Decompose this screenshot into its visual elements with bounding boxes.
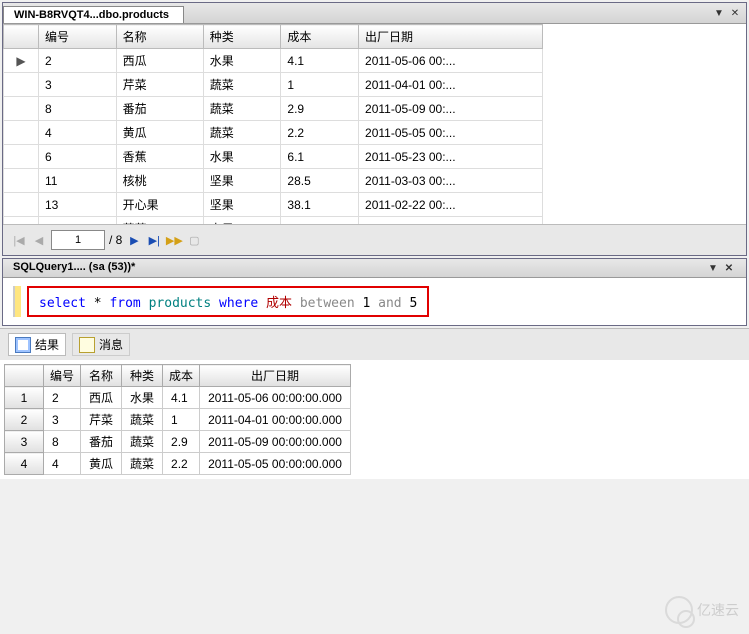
- watermark-icon: [665, 596, 693, 624]
- stop-icon[interactable]: ▢: [186, 232, 202, 248]
- col-name[interactable]: 名称: [116, 25, 203, 49]
- tab-messages[interactable]: 消息: [72, 333, 130, 356]
- grid-icon: [15, 337, 31, 353]
- result-row[interactable]: 44黄瓜蔬菜2.22011-05-05 00:00:00.000: [5, 453, 351, 475]
- rcol-cost[interactable]: 成本: [163, 365, 200, 387]
- table-row[interactable]: 3芹菜蔬菜12011-04-01 00:...: [4, 73, 543, 97]
- fast-forward-icon[interactable]: ▶▶: [166, 232, 182, 248]
- top-data-panel: WIN-B8RVQT4...dbo.products ▼ ✕ 编号 名称 种类 …: [2, 2, 747, 256]
- query-panel: SQLQuery1.... (sa (53))* ▼ ✕ select * fr…: [2, 258, 747, 326]
- rcol-kind[interactable]: 种类: [122, 365, 163, 387]
- table-row[interactable]: 13开心果坚果38.12011-02-22 00:...: [4, 193, 543, 217]
- query-tab[interactable]: SQLQuery1.... (sa (53))* ▼ ✕: [3, 259, 746, 278]
- result-row[interactable]: 23芹菜蔬菜12011-04-01 00:00:00.000: [5, 409, 351, 431]
- close-icon[interactable]: ✕: [722, 261, 736, 275]
- query-tab-label: SQLQuery1.... (sa (53))*: [13, 261, 135, 275]
- dropdown-icon[interactable]: ▼: [706, 261, 720, 275]
- sql-editor[interactable]: select * from products where 成本 between …: [3, 278, 746, 325]
- first-page-icon[interactable]: |◀: [11, 232, 27, 248]
- col-id[interactable]: 编号: [39, 25, 117, 49]
- page-total: / 8: [109, 233, 122, 247]
- row-selector-header: [4, 25, 39, 49]
- close-icon[interactable]: ✕: [728, 6, 742, 20]
- col-date[interactable]: 出厂日期: [359, 25, 543, 49]
- result-row[interactable]: 12西瓜水果4.12011-05-06 00:00:00.000: [5, 387, 351, 409]
- editor-gutter: [13, 286, 21, 317]
- next-page-icon[interactable]: ▶: [126, 232, 142, 248]
- result-tabs: 结果 消息: [0, 328, 749, 360]
- table-row[interactable]: 11核桃坚果28.52011-03-03 00:...: [4, 169, 543, 193]
- tab-results[interactable]: 结果: [8, 333, 66, 356]
- result-row[interactable]: 38番茄蔬菜2.92011-05-09 00:00:00.000: [5, 431, 351, 453]
- col-cost[interactable]: 成本: [281, 25, 359, 49]
- table-row[interactable]: ▶2西瓜水果4.12011-05-06 00:...: [4, 49, 543, 73]
- table-row[interactable]: 8番茄蔬菜2.92011-05-09 00:...: [4, 97, 543, 121]
- dropdown-icon[interactable]: ▼: [712, 6, 726, 20]
- table-row[interactable]: 6香蕉水果6.12011-05-23 00:...: [4, 145, 543, 169]
- watermark-text: 亿速云: [697, 600, 739, 620]
- rcol-name[interactable]: 名称: [81, 365, 122, 387]
- result-grid[interactable]: 编号 名称 种类 成本 出厂日期 12西瓜水果4.12011-05-06 00:…: [0, 360, 749, 479]
- message-icon: [79, 337, 95, 353]
- row-num-header: [5, 365, 44, 387]
- sql-highlight-box: select * from products where 成本 between …: [27, 286, 429, 317]
- watermark: 亿速云: [665, 596, 739, 624]
- tab-messages-label: 消息: [99, 336, 123, 353]
- table-row[interactable]: 4黄瓜蔬菜2.22011-05-05 00:...: [4, 121, 543, 145]
- rcol-date[interactable]: 出厂日期: [200, 365, 351, 387]
- top-tab[interactable]: WIN-B8RVQT4...dbo.products: [3, 6, 184, 23]
- col-kind[interactable]: 种类: [203, 25, 281, 49]
- prev-page-icon[interactable]: ◀: [31, 232, 47, 248]
- rcol-id[interactable]: 编号: [44, 365, 81, 387]
- table-row[interactable]: 15蓝莓水果50.22011-05-11 00:...: [4, 217, 543, 225]
- last-page-icon[interactable]: ▶|: [146, 232, 162, 248]
- pager: |◀ ◀ / 8 ▶ ▶| ▶▶ ▢: [3, 224, 746, 255]
- data-grid[interactable]: 编号 名称 种类 成本 出厂日期 ▶2西瓜水果4.12011-05-06 00:…: [3, 24, 746, 224]
- top-tab-bar: WIN-B8RVQT4...dbo.products ▼ ✕: [3, 3, 746, 24]
- tab-results-label: 结果: [35, 336, 59, 353]
- page-input[interactable]: [51, 230, 105, 250]
